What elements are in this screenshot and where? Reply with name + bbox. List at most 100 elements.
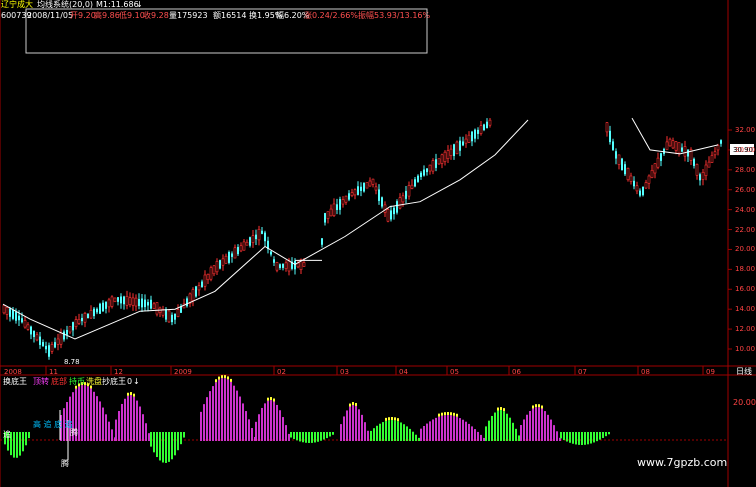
- candle-body: [668, 138, 672, 147]
- candle-body: [33, 330, 35, 337]
- indicator-bar: [264, 403, 266, 441]
- indicator-bar: [450, 415, 452, 441]
- candle-body: [701, 172, 705, 180]
- sub-annotation-mark-2: 腾: [61, 459, 69, 468]
- candle-body: [39, 336, 41, 345]
- candle-body: [233, 247, 237, 259]
- indicator-bar: [483, 437, 485, 441]
- indicator-bar: [560, 432, 562, 439]
- indicator-bar: [593, 432, 595, 443]
- indicator-bar: [435, 417, 437, 441]
- candle-body: [407, 185, 411, 197]
- washout-mark: [215, 379, 217, 383]
- chart-canvas[interactable]: [0, 0, 756, 487]
- indicator-bar: [96, 396, 98, 441]
- candle-body: [699, 174, 701, 181]
- washout-mark: [133, 393, 135, 397]
- indicator-bar: [503, 411, 505, 441]
- price-tick-marks: [728, 129, 732, 350]
- candle-body: [42, 342, 44, 347]
- indicator-bar: [346, 410, 348, 441]
- candle-body: [396, 201, 398, 213]
- indicator-bar: [84, 385, 86, 441]
- indicator-bar: [156, 432, 158, 458]
- candle-body: [15, 311, 17, 321]
- candle-body: [176, 309, 180, 317]
- indicator-bar: [438, 416, 440, 441]
- indicator-bar: [426, 423, 428, 441]
- candle-body: [239, 245, 243, 252]
- indicator-bar: [162, 432, 164, 463]
- indicator-bar: [288, 433, 290, 441]
- washout-mark: [450, 412, 452, 416]
- indicator-bar: [535, 407, 537, 441]
- washout-mark: [444, 412, 446, 416]
- indicator-bar: [608, 432, 610, 435]
- indicator-bar: [394, 420, 396, 441]
- candle-body: [83, 312, 87, 323]
- indicator-bar: [590, 432, 592, 444]
- time-axis-label: 09: [706, 368, 715, 376]
- indicator-bar: [343, 416, 345, 441]
- indicator-bar: [376, 425, 378, 441]
- indicator-bar: [105, 414, 107, 441]
- candle-body: [326, 211, 330, 219]
- candle-body: [48, 345, 50, 357]
- period-button[interactable]: 日线: [736, 367, 752, 377]
- candle-body: [201, 281, 203, 287]
- candle-body: [446, 150, 450, 160]
- candle-body: [2, 305, 6, 314]
- indicator-bar: [267, 400, 269, 441]
- candle-body: [26, 324, 30, 330]
- indicator-bar: [441, 415, 443, 441]
- indicator-bar: [118, 411, 120, 441]
- indicator-bar: [572, 432, 574, 444]
- washout-mark: [227, 376, 229, 380]
- indicator-bar: [581, 432, 583, 445]
- washout-mark: [453, 412, 455, 416]
- indicator-bar: [596, 432, 598, 442]
- candle-body: [59, 332, 63, 345]
- candle-body: [479, 125, 483, 134]
- candle-body: [105, 301, 107, 309]
- candle-body: [329, 208, 333, 217]
- legend-top-turn: 顶转: [33, 377, 49, 386]
- indicator-bar: [566, 432, 568, 442]
- indicator-bar: [332, 432, 334, 435]
- indicator-bar: [121, 403, 123, 441]
- washout-mark: [447, 412, 449, 416]
- indicator-bar: [320, 432, 322, 441]
- candle-body: [660, 153, 662, 161]
- indicator-bar: [349, 406, 351, 441]
- candle-body: [368, 180, 372, 187]
- candle-body: [174, 313, 176, 320]
- candle-body: [245, 241, 249, 246]
- sub-panel-title[interactable]: 换底王: [3, 377, 27, 387]
- candle-body: [228, 251, 230, 263]
- washout-mark: [221, 375, 223, 379]
- washout-mark: [388, 417, 390, 421]
- candle-body: [626, 167, 630, 181]
- indicator-bar: [293, 432, 295, 440]
- candle-body: [215, 261, 219, 273]
- indicator-bar: [245, 411, 247, 441]
- indicator-bar: [177, 432, 179, 451]
- candle-body: [54, 342, 56, 348]
- indicator-bar: [282, 417, 284, 441]
- indicator-bar: [218, 379, 220, 441]
- indicator-bar: [215, 382, 217, 441]
- candle-body: [155, 302, 159, 315]
- candle-body: [650, 170, 654, 178]
- indicator-bar: [361, 414, 363, 441]
- candle-body: [197, 285, 201, 291]
- sub-axis-label: 20.00: [733, 398, 756, 407]
- indicator-bar: [209, 391, 211, 441]
- candle-body: [720, 140, 722, 144]
- candle-body: [671, 140, 675, 149]
- indicator-bar: [453, 415, 455, 441]
- indicator-bar: [317, 432, 319, 442]
- washout-mark: [218, 376, 220, 380]
- candle-body: [251, 235, 255, 243]
- candle-body: [414, 179, 416, 187]
- indicator-bar: [171, 432, 173, 460]
